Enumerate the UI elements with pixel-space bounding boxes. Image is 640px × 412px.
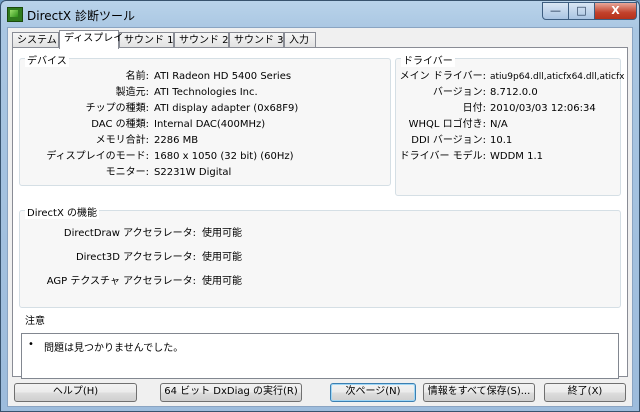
driver-row-whql: WHQL ロゴ付き: N/A [396, 118, 620, 132]
tab-input[interactable]: 入力 [284, 32, 316, 48]
driver-whql-label: WHQL ロゴ付き: [408, 119, 486, 130]
tab-sound-2[interactable]: サウンド 2 [174, 32, 229, 48]
driver-model-label: ドライバー モデル: [399, 151, 486, 162]
device-name-value: ATI Radeon HD 5400 Series [154, 71, 292, 82]
tab-sound-1[interactable]: サウンド 1 [119, 32, 174, 48]
device-row-monitor: モニター: S2231W Digital [20, 166, 390, 180]
title-bar[interactable]: DirectX 診断ツール — □ X [1, 1, 639, 27]
next-page-button[interactable]: 次ページ(N) [330, 383, 416, 402]
driver-date-value: 2010/03/03 12:06:34 [490, 103, 596, 114]
driver-ddi-value: 10.1 [490, 135, 513, 146]
dxdiag-app-icon [7, 7, 23, 22]
device-memory-value: 2286 MB [154, 135, 199, 146]
device-display-mode-value: 1680 x 1050 (32 bit) (60Hz) [154, 151, 294, 162]
note-bullet: • [28, 339, 34, 350]
tab-system[interactable]: システム [12, 32, 59, 48]
driver-row-ddi: DDI バージョン: 10.1 [396, 134, 620, 148]
agp-texture-row: AGP テクスチャ アクセラレータ: 使用可能 [20, 275, 620, 289]
device-row-manufacturer: 製造元: ATI Technologies Inc. [20, 86, 390, 100]
driver-group-title: ドライバー [401, 52, 455, 67]
exit-button[interactable]: 終了(X) [544, 383, 626, 402]
directx-features-group: DirectX の機能 DirectDraw アクセラレータ: 使用可能 Dir… [19, 204, 621, 308]
help-button[interactable]: ヘルプ(H) [14, 383, 137, 402]
directdraw-value: 使用可能 [202, 228, 242, 239]
driver-model-value: WDDM 1.1 [490, 151, 543, 162]
device-memory-label: メモリ合計: [95, 135, 149, 146]
driver-date-label: 日付: [462, 103, 486, 114]
device-manufacturer-label: 製造元: [115, 87, 149, 98]
save-all-info-button[interactable]: 情報をすべて保存(S)... [423, 383, 535, 402]
minimize-button[interactable]: — [542, 2, 569, 20]
device-row-memory: メモリ合計: 2286 MB [20, 134, 390, 148]
directdraw-label: DirectDraw アクセラレータ: [63, 228, 196, 239]
driver-row-model: ドライバー モデル: WDDM 1.1 [396, 150, 620, 164]
device-chip-type-value: ATI display adapter (0x68F9) [154, 103, 299, 114]
agp-texture-label: AGP テクスチャ アクセラレータ: [46, 276, 196, 287]
driver-group: ドライバー メイン ドライバー: atiu9p64.dll,aticfx64.d… [395, 52, 625, 196]
driver-main-label: メイン ドライバー: [399, 71, 486, 82]
driver-row-main: メイン ドライバー: atiu9p64.dll,aticfx64.dll,ati… [396, 70, 625, 84]
driver-row-version: バージョン: 8.712.0.0 [396, 86, 620, 100]
device-monitor-value: S2231W Digital [154, 167, 232, 178]
client-area: システム ディスプレイ サウンド 1 サウンド 2 サウンド 3 入力 デバイス… [7, 27, 633, 407]
notes-box[interactable]: • 問題は見つかりませんでした。 [21, 333, 619, 379]
device-row-display-mode: ディスプレイのモード: 1680 x 1050 (32 bit) (60Hz) [20, 150, 390, 164]
device-display-mode-label: ディスプレイのモード: [46, 151, 149, 162]
device-dac-type-value: Internal DAC(400MHz) [154, 119, 266, 130]
direct3d-label: Direct3D アクセラレータ: [75, 252, 196, 263]
display-tab-panel: デバイス 名前: ATI Radeon HD 5400 Series 製造元: … [12, 47, 628, 379]
tab-sound-3[interactable]: サウンド 3 [229, 32, 284, 48]
direct3d-row: Direct3D アクセラレータ: 使用可能 [20, 251, 620, 265]
direct3d-value: 使用可能 [202, 252, 242, 263]
driver-whql-value: N/A [490, 119, 508, 130]
driver-row-date: 日付: 2010/03/03 12:06:34 [396, 102, 620, 116]
notes-title: 注意 [25, 316, 45, 327]
driver-ddi-label: DDI バージョン: [411, 135, 486, 146]
tab-display[interactable]: ディスプレイ [59, 30, 123, 49]
device-row-name: 名前: ATI Radeon HD 5400 Series [20, 70, 390, 84]
window-title: DirectX 診断ツール [27, 9, 135, 23]
directx-features-title: DirectX の機能 [25, 204, 99, 219]
note-item: 問題は見つかりませんでした。 [44, 343, 184, 354]
device-row-chip-type: チップの種類: ATI display adapter (0x68F9) [20, 102, 390, 116]
run-64bit-dxdiag-button[interactable]: 64 ビット DxDiag の実行(R) [160, 383, 302, 402]
driver-version-label: バージョン: [432, 87, 486, 98]
device-group-title: デバイス [25, 52, 69, 67]
agp-texture-value: 使用可能 [202, 276, 242, 287]
driver-main-value: atiu9p64.dll,aticfx64.dll,aticfx [490, 72, 625, 82]
device-dac-type-label: DAC の種類: [91, 119, 149, 130]
device-manufacturer-value: ATI Technologies Inc. [154, 87, 258, 98]
device-row-dac-type: DAC の種類: Internal DAC(400MHz) [20, 118, 390, 132]
driver-version-value: 8.712.0.0 [490, 87, 538, 98]
device-group: デバイス 名前: ATI Radeon HD 5400 Series 製造元: … [19, 52, 391, 186]
device-chip-type-label: チップの種類: [85, 103, 149, 114]
close-button[interactable]: X [594, 2, 637, 20]
device-monitor-label: モニター: [105, 167, 149, 178]
dxdiag-window: DirectX 診断ツール — □ X システム ディスプレイ サウンド 1 サ… [0, 0, 640, 412]
device-name-label: 名前: [125, 71, 149, 82]
maximize-button[interactable]: □ [568, 2, 595, 20]
directdraw-row: DirectDraw アクセラレータ: 使用可能 [20, 227, 620, 241]
